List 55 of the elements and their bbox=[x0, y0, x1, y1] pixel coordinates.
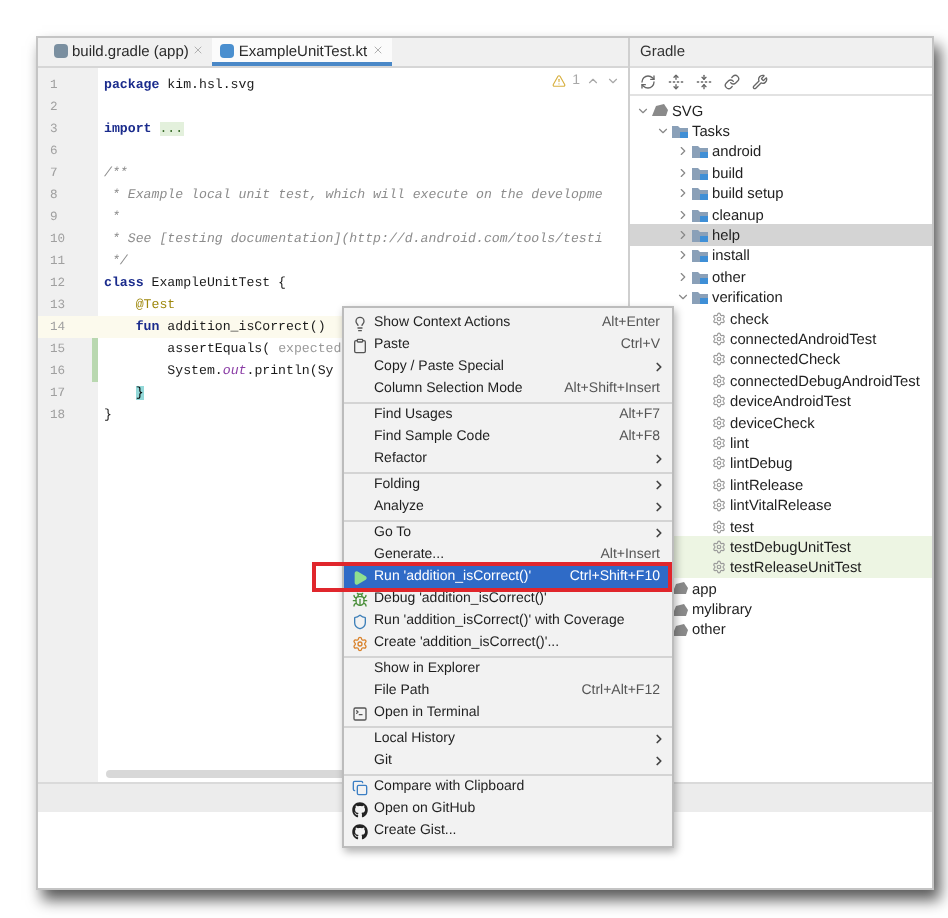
folder-icon bbox=[692, 228, 708, 243]
play-icon bbox=[351, 569, 367, 585]
link-icon[interactable] bbox=[724, 73, 740, 89]
clipboard-icon bbox=[351, 337, 367, 353]
expand-all-icon[interactable] bbox=[668, 73, 684, 89]
gear-icon bbox=[712, 477, 726, 492]
gear-icon bbox=[712, 394, 726, 409]
gear-icon bbox=[712, 415, 726, 430]
gear-icon bbox=[712, 519, 726, 533]
github-icon bbox=[351, 801, 367, 817]
gear-icon bbox=[712, 435, 726, 450]
chevron-right-icon[interactable] bbox=[676, 228, 690, 243]
shield-icon bbox=[351, 613, 367, 629]
refresh-icon[interactable] bbox=[640, 73, 656, 89]
warning-icon[interactable] bbox=[552, 74, 567, 88]
gear-icon bbox=[712, 456, 726, 471]
chevron-right-icon[interactable] bbox=[676, 269, 690, 284]
gear-icon bbox=[712, 352, 726, 367]
module-icon bbox=[652, 104, 668, 117]
chevron-down-icon[interactable] bbox=[676, 290, 690, 305]
folder-icon bbox=[692, 165, 708, 180]
gear-icon bbox=[712, 560, 726, 575]
folder-icon bbox=[672, 124, 688, 139]
folder-icon bbox=[692, 144, 708, 159]
close-icon[interactable] bbox=[192, 44, 205, 56]
gear-icon bbox=[712, 373, 726, 388]
chevron-right-icon[interactable] bbox=[676, 207, 690, 222]
chevron-down-icon[interactable] bbox=[636, 103, 650, 118]
terminal-icon bbox=[351, 705, 367, 721]
previous-icon[interactable] bbox=[586, 74, 600, 88]
folder-icon bbox=[692, 248, 708, 263]
gear-icon bbox=[712, 498, 726, 513]
bulb-icon bbox=[351, 315, 367, 331]
config-icon bbox=[351, 635, 367, 651]
gear-icon bbox=[712, 331, 726, 346]
chevron-right-icon[interactable] bbox=[676, 165, 690, 180]
folder-icon bbox=[692, 207, 708, 222]
gradle-file-icon bbox=[54, 43, 68, 57]
folder-icon bbox=[692, 186, 708, 201]
gear-icon bbox=[712, 311, 726, 326]
github-icon bbox=[351, 823, 367, 839]
gear-icon bbox=[712, 539, 726, 554]
folder-icon bbox=[692, 269, 708, 284]
close-icon[interactable] bbox=[371, 44, 384, 56]
wrench-icon[interactable] bbox=[752, 73, 768, 89]
chevron-right-icon[interactable] bbox=[676, 248, 690, 263]
next-icon[interactable] bbox=[606, 74, 620, 88]
folder-icon bbox=[692, 290, 708, 305]
chevron-down-icon[interactable] bbox=[656, 124, 670, 139]
bug-icon bbox=[351, 591, 367, 607]
chevron-right-icon[interactable] bbox=[676, 144, 690, 159]
chevron-right-icon[interactable] bbox=[676, 186, 690, 201]
kotlin-file-icon bbox=[220, 43, 235, 57]
compare-icon bbox=[351, 779, 367, 795]
collapse-all-icon[interactable] bbox=[696, 73, 712, 89]
